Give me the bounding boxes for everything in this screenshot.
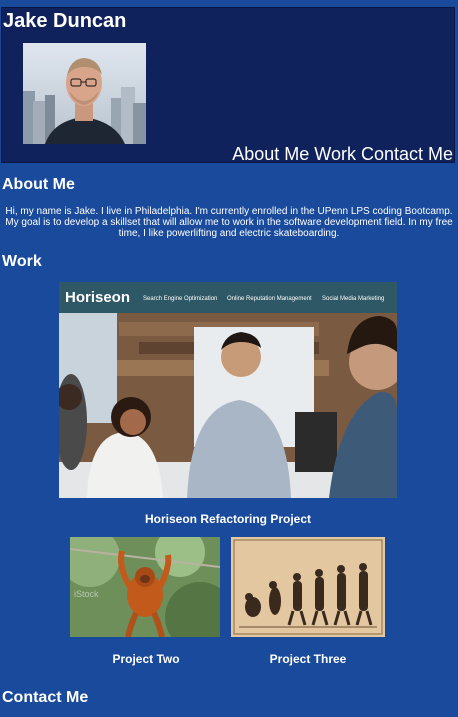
istock-watermark: iStock [74, 589, 99, 599]
project-caption-two: Project Two [112, 652, 180, 666]
about-text: Hi, my name is Jake. I live in Philadelp… [5, 206, 453, 239]
horiseon-link-reputation: Online Reputation Management [227, 296, 312, 302]
nav-work[interactable]: Work [314, 144, 356, 164]
site-title: Jake Duncan [3, 10, 127, 32]
project-caption-horiseon: Horiseon Refactoring Project [144, 512, 312, 526]
site-header: Jake Duncan About Me Work Contact Me [1, 7, 455, 164]
contact-heading: Contact Me [2, 689, 89, 706]
work-heading: Work [2, 253, 42, 270]
profile-photo [23, 43, 146, 144]
horiseon-logo: Horiseon [65, 289, 130, 306]
nav-contact-me[interactable]: Contact Me [361, 144, 453, 164]
project-three-image[interactable] [231, 537, 385, 637]
horiseon-link-seo: Search Engine Optimization [143, 296, 217, 302]
horiseon-link-social: Social Media Marketing [322, 296, 384, 302]
horiseon-project-image[interactable]: Horiseon Search Engine Optimization Onli… [59, 282, 397, 498]
project-two-image[interactable]: iStock [70, 537, 220, 637]
project-caption-three: Project Three [269, 652, 347, 666]
about-heading: About Me [2, 176, 75, 193]
nav-about-me[interactable]: About Me [232, 144, 309, 164]
main-nav: About Me Work Contact Me [232, 144, 453, 164]
